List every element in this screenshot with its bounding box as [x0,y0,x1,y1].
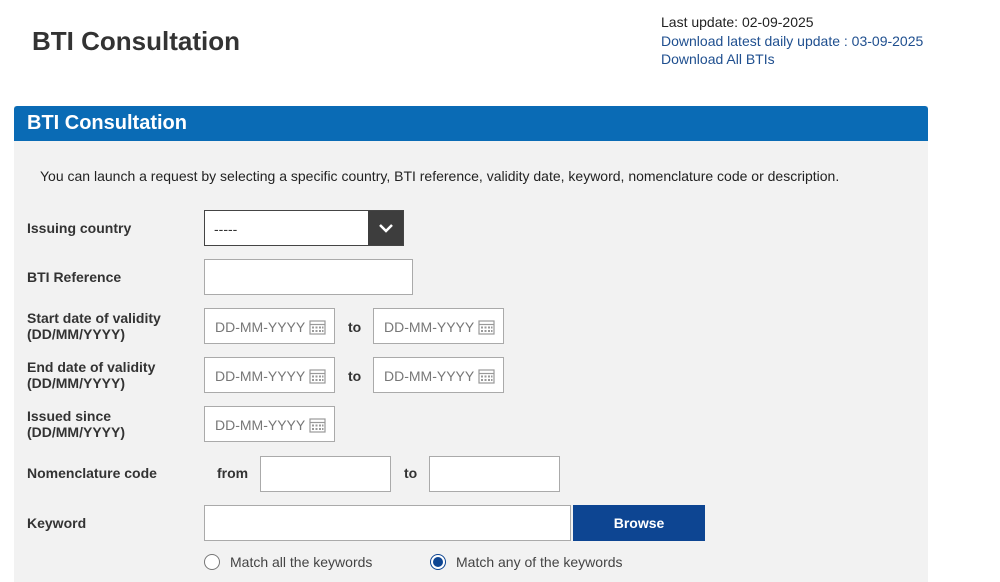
browse-button[interactable]: Browse [573,505,705,541]
issued-since-input[interactable]: DD-MM-YYYY [204,406,335,442]
start-date-label-line2: (DD/MM/YYYY) [27,326,125,342]
calendar-icon[interactable] [309,368,326,387]
radio-unchecked-icon[interactable] [204,554,220,570]
start-date-label: Start date of validity (DD/MM/YYYY) [27,310,161,342]
consultation-panel: BTI Consultation You can launch a reques… [14,106,928,582]
end-date-from-placeholder: DD-MM-YYYY [215,368,306,384]
issued-since-label-line1: Issued since [27,408,112,424]
end-date-label-line2: (DD/MM/YYYY) [27,375,125,391]
start-date-from-placeholder: DD-MM-YYYY [215,319,306,335]
issued-since-label-line2: (DD/MM/YYYY) [27,424,125,440]
end-date-to-input[interactable]: DD-MM-YYYY [373,357,504,393]
keyword-label: Keyword [27,515,87,531]
end-date-label-line1: End date of validity [27,359,156,375]
start-date-to-placeholder: DD-MM-YYYY [384,319,475,335]
issuing-country-value: ----- [214,221,238,237]
match-all-label: Match all the keywords [230,554,373,570]
match-any-label: Match any of the keywords [456,554,623,570]
end-date-from-input[interactable]: DD-MM-YYYY [204,357,335,393]
nomenclature-to-input[interactable] [429,456,560,492]
bti-reference-label: BTI Reference [27,269,122,285]
panel-header: BTI Consultation [14,106,928,141]
start-date-label-line1: Start date of validity [27,310,161,326]
update-box: Last update: 02-09-2025 Download latest … [661,13,923,69]
download-daily-link[interactable]: Download latest daily update : 03-09-202… [661,32,923,51]
calendar-icon[interactable] [309,319,326,338]
calendar-icon[interactable] [478,368,495,387]
match-all-radio[interactable]: Match all the keywords [204,554,372,570]
last-update-text: Last update: 02-09-2025 [661,14,814,30]
issued-since-label: Issued since (DD/MM/YYYY) [27,408,125,440]
match-any-radio[interactable]: Match any of the keywords [430,554,623,570]
start-date-to-label: to [348,319,362,335]
issuing-country-select[interactable]: ----- [204,210,404,246]
end-date-to-label: to [348,368,362,384]
nomenclature-from-label: from [217,465,249,481]
bti-reference-input[interactable] [204,259,413,295]
issuing-country-label: Issuing country [27,220,132,236]
keyword-input[interactable] [204,505,571,541]
intro-text: You can launch a request by selecting a … [40,168,840,184]
start-date-to-input[interactable]: DD-MM-YYYY [373,308,504,344]
calendar-icon[interactable] [309,417,326,436]
nomenclature-from-input[interactable] [260,456,391,492]
nomenclature-label: Nomenclature code [27,465,157,481]
end-date-label: End date of validity (DD/MM/YYYY) [27,359,155,391]
page-title: BTI Consultation [32,26,240,56]
radio-checked-icon[interactable] [430,554,446,570]
calendar-icon[interactable] [478,319,495,338]
download-all-link[interactable]: Download All BTIs [661,50,923,69]
issued-since-placeholder: DD-MM-YYYY [215,417,306,433]
nomenclature-to-label: to [404,465,418,481]
start-date-from-input[interactable]: DD-MM-YYYY [204,308,335,344]
end-date-to-placeholder: DD-MM-YYYY [384,368,475,384]
chevron-down-icon [368,211,403,245]
